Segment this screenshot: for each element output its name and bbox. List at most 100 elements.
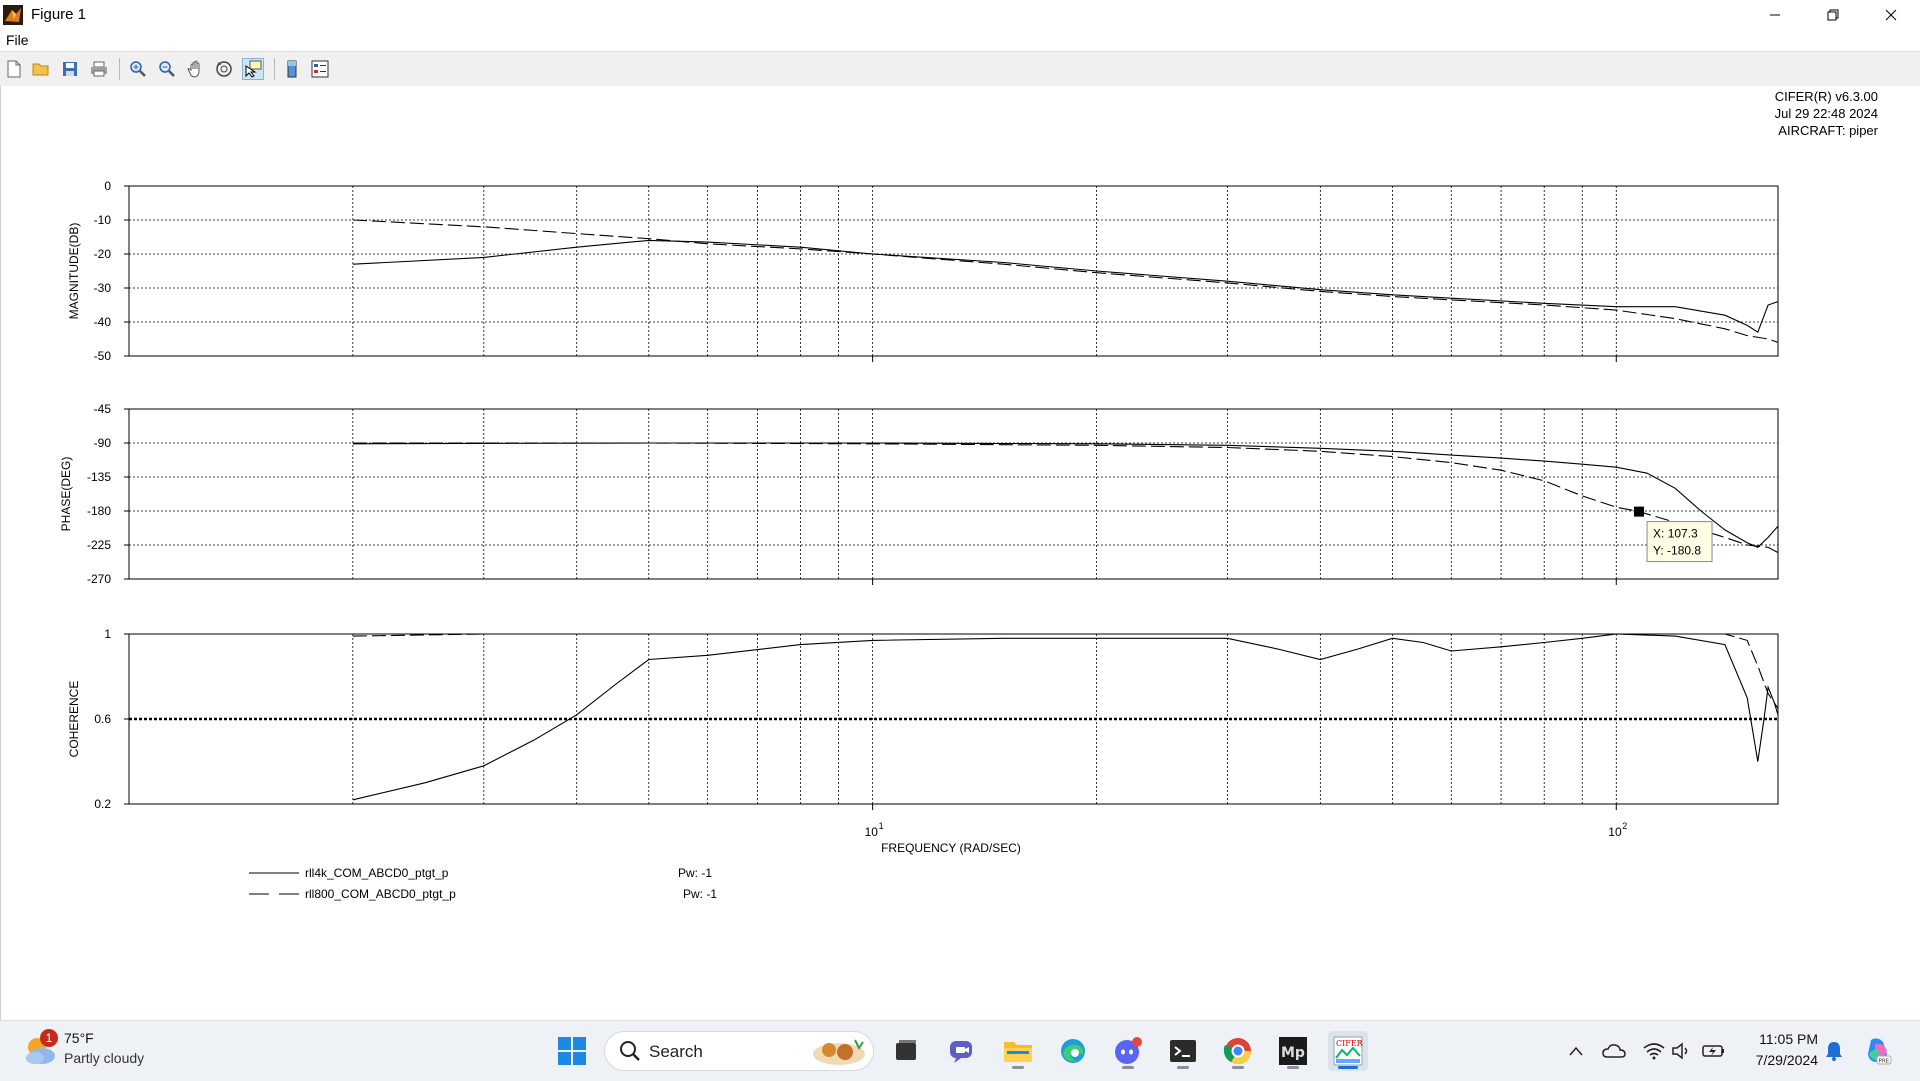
title-bar: Figure 1 bbox=[0, 0, 1920, 29]
series-line-solid bbox=[352, 442, 1779, 548]
open-folder-icon bbox=[32, 63, 49, 76]
zoom-in-button[interactable] bbox=[127, 58, 149, 80]
battery-tray[interactable] bbox=[1696, 1031, 1732, 1071]
window-app-icon bbox=[896, 1040, 916, 1060]
terminal-app[interactable] bbox=[1163, 1031, 1203, 1071]
legend-label: rll800_COM_ABCD0_ptgt_p bbox=[305, 887, 456, 901]
show-hidden-icons[interactable] bbox=[1556, 1031, 1596, 1071]
mplab-app[interactable]: Mp bbox=[1273, 1031, 1313, 1071]
matlab-app-icon bbox=[3, 4, 23, 25]
datatip-y-label: Y: -180.8 bbox=[1653, 544, 1701, 558]
y-tick-label: -270 bbox=[87, 572, 111, 586]
y-tick-label: 1 bbox=[104, 627, 111, 641]
teams-chat-icon bbox=[950, 1041, 972, 1063]
x-tick-label: 10 bbox=[865, 825, 879, 839]
data-cursor-button[interactable] bbox=[242, 58, 264, 80]
y-axis-label: PHASE(DEG) bbox=[59, 457, 73, 532]
new-figure-button[interactable] bbox=[3, 58, 25, 80]
y-axis-label: COHERENCE bbox=[67, 681, 81, 758]
menu-bar: File bbox=[0, 29, 1920, 51]
print-icon bbox=[91, 61, 107, 77]
series-line-dashed bbox=[352, 633, 1779, 709]
minimize-icon bbox=[1770, 14, 1780, 15]
chrome-icon bbox=[1223, 1038, 1252, 1065]
start-button[interactable] bbox=[552, 1031, 592, 1071]
copilot-icon: PRE bbox=[1868, 1038, 1892, 1065]
cifer-icon: CIFER bbox=[1333, 1036, 1363, 1066]
close-button[interactable] bbox=[1862, 0, 1920, 29]
folder-icon bbox=[1004, 1042, 1032, 1062]
rotate-button[interactable] bbox=[213, 58, 235, 80]
weather-alert-badge: 1 bbox=[40, 1029, 58, 1047]
print-button[interactable] bbox=[88, 58, 110, 80]
speaker-icon bbox=[1672, 1042, 1688, 1060]
weather-description: Partly cloudy bbox=[64, 1050, 145, 1066]
save-button[interactable] bbox=[59, 58, 81, 80]
zoom-out-icon bbox=[159, 61, 175, 77]
terminal-icon bbox=[1170, 1040, 1196, 1062]
figure-toolbar bbox=[0, 51, 1920, 87]
zoom-in-icon bbox=[130, 61, 146, 77]
discord-app[interactable] bbox=[1108, 1031, 1148, 1071]
clock-time[interactable]: 11:05 PM bbox=[1759, 1031, 1818, 1047]
y-axis-label: MAGNITUDE(DB) bbox=[67, 223, 81, 320]
svg-text:Mp: Mp bbox=[1281, 1045, 1305, 1061]
y-tick-label: -30 bbox=[94, 281, 112, 295]
bell-icon bbox=[1826, 1042, 1842, 1061]
zoom-out-button[interactable] bbox=[156, 58, 178, 80]
y-tick-label: -10 bbox=[94, 213, 112, 227]
x-tick-label: 10 bbox=[1608, 825, 1622, 839]
minimize-button[interactable] bbox=[1746, 0, 1804, 29]
chrome-app[interactable] bbox=[1218, 1031, 1258, 1071]
y-tick-label: -40 bbox=[94, 315, 112, 329]
datatip-x-label: X: 107.3 bbox=[1653, 527, 1698, 541]
search-label: Search bbox=[649, 1042, 703, 1061]
save-icon bbox=[63, 62, 77, 76]
x-tick-exponent: 1 bbox=[879, 821, 884, 831]
restore-button[interactable] bbox=[1804, 0, 1862, 29]
menu-file[interactable]: File bbox=[6, 32, 29, 48]
pan-button[interactable] bbox=[185, 58, 207, 80]
windows-taskbar: 1 75°F Partly cloudy Search Mp CIFER 11:… bbox=[0, 1020, 1920, 1081]
datatip-marker bbox=[1634, 506, 1645, 517]
y-tick-label: -45 bbox=[94, 402, 112, 416]
y-tick-label: -90 bbox=[94, 436, 112, 450]
onedrive-tray[interactable] bbox=[1596, 1031, 1632, 1071]
close-icon bbox=[1885, 9, 1897, 20]
data-cursor-icon bbox=[245, 60, 262, 78]
series-line-dashed bbox=[352, 442, 1779, 554]
insert-colorbar-button[interactable] bbox=[281, 58, 303, 80]
y-tick-label: -50 bbox=[94, 349, 112, 363]
taskbar-search[interactable]: Search bbox=[604, 1031, 874, 1071]
volume-tray[interactable] bbox=[1664, 1031, 1700, 1071]
edge-app[interactable] bbox=[1053, 1031, 1093, 1071]
y-tick-label: 0.6 bbox=[94, 712, 111, 726]
cloud-sync-icon bbox=[1602, 1044, 1626, 1058]
series-line-solid bbox=[352, 633, 1779, 801]
y-tick-label: -180 bbox=[87, 504, 111, 518]
restore-icon bbox=[1827, 9, 1839, 20]
y-tick-label: 0 bbox=[104, 179, 111, 193]
legend-icon bbox=[311, 60, 329, 78]
taskview-app[interactable] bbox=[886, 1031, 926, 1071]
edge-browser-icon bbox=[1061, 1039, 1085, 1063]
new-figure-icon bbox=[7, 60, 21, 78]
open-file-button[interactable] bbox=[30, 58, 52, 80]
clock-date[interactable]: 7/29/2024 bbox=[1756, 1052, 1818, 1068]
file-explorer-app[interactable] bbox=[998, 1031, 1038, 1071]
svg-text:PRE: PRE bbox=[1879, 1059, 1890, 1065]
y-tick-label: -20 bbox=[94, 247, 112, 261]
cifer-app[interactable]: CIFER bbox=[1328, 1031, 1368, 1071]
copilot-button[interactable]: PRE bbox=[1858, 1031, 1898, 1071]
bode-plots: 0 -10 -20 -30 -40 -50 MAGNITUDE(DB) -45 -90 -135 -… bbox=[59, 179, 1779, 901]
notifications-button[interactable] bbox=[1816, 1031, 1852, 1071]
windows-start-icon bbox=[558, 1037, 586, 1065]
insert-legend-button[interactable] bbox=[309, 58, 331, 80]
chevron-up-icon bbox=[1569, 1046, 1583, 1056]
plot-frame-0 bbox=[128, 185, 1779, 357]
teams-chat-app[interactable] bbox=[942, 1031, 982, 1071]
svg-text:CIFER: CIFER bbox=[1336, 1039, 1363, 1048]
series-line-dashed bbox=[352, 219, 1779, 343]
mplab-icon: Mp bbox=[1279, 1037, 1307, 1065]
y-tick-label: -135 bbox=[87, 470, 111, 484]
